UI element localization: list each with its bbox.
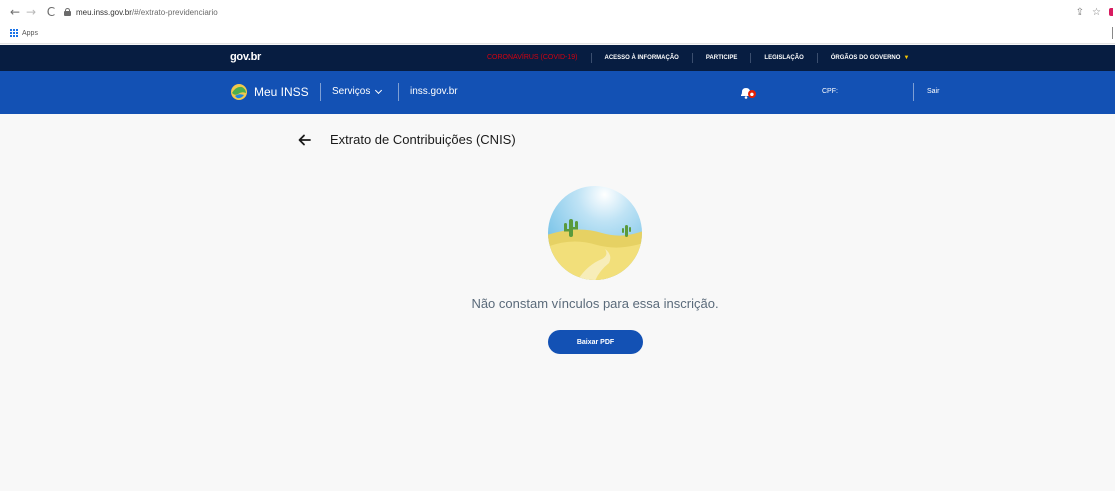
svg-text:●: ● (750, 93, 754, 98)
chevron-down-icon (375, 86, 383, 94)
header-divider (913, 83, 914, 101)
browser-reload-icon[interactable]: C (44, 5, 58, 19)
gov-links: CORONAVÍRUS (COVID-19) ACESSO À INFORMAÇ… (487, 45, 922, 71)
apps-bookmark[interactable]: Apps (10, 29, 38, 37)
bookmark-star-icon[interactable]: ☆ (1092, 7, 1101, 18)
meu-inss-brand[interactable]: Meu INSS (254, 85, 309, 99)
gov-link-orgaos-governo[interactable]: ÓRGÃOS DO GOVERNO ▼ (816, 53, 923, 63)
url-text[interactable]: meu.inss.gov.br/#/extrato-previdenciario (76, 8, 218, 17)
main-content: Extrato de Contribuições (CNIS) Não cons… (0, 114, 1115, 491)
share-icon[interactable]: ⇪ (1076, 7, 1084, 18)
header-divider (320, 83, 321, 101)
notification-bell-icon[interactable]: ● (738, 85, 758, 99)
scrollbar-indicator (1112, 27, 1113, 39)
browser-back-icon[interactable]: ← (8, 5, 22, 19)
inss-site-link[interactable]: inss.gov.br (410, 86, 458, 97)
lock-icon (64, 8, 71, 16)
back-arrow-icon[interactable] (297, 132, 313, 148)
apps-label: Apps (22, 29, 38, 37)
address-bar[interactable]: meu.inss.gov.br/#/extrato-previdenciario (64, 4, 218, 20)
gov-link-acesso-informacao[interactable]: ACESSO À INFORMAÇÃO (590, 53, 692, 63)
apps-grid-icon (10, 29, 18, 37)
browser-forward-icon[interactable]: → (24, 5, 38, 19)
cpf-label: CPF: (822, 88, 838, 95)
browser-toolbar: ← → C meu.inss.gov.br/#/extrato-previden… (0, 0, 1115, 24)
gov-link-participe[interactable]: PARTICIPE (691, 53, 751, 63)
servicos-menu[interactable]: Serviços (332, 86, 383, 97)
chevron-down-icon: ▼ (903, 55, 910, 61)
logout-link[interactable]: Sair (927, 88, 939, 95)
extension-icon[interactable] (1109, 8, 1113, 16)
gov-br-bar: gov.br CORONAVÍRUS (COVID-19) ACESSO À I… (0, 45, 1115, 71)
download-pdf-button[interactable]: Baixar PDF (548, 330, 643, 354)
bookmarks-bar: Apps (0, 24, 1115, 44)
gov-br-logo[interactable]: gov.br (230, 51, 261, 63)
page-title: Extrato de Contribuições (CNIS) (330, 132, 516, 147)
empty-state-message: Não constam vínculos para essa inscrição… (471, 296, 719, 311)
inss-header: Meu INSS Serviços inss.gov.br ● CPF: Sai… (0, 71, 1115, 114)
meu-inss-logo-icon[interactable] (230, 83, 248, 101)
gov-link-legislacao[interactable]: LEGISLAÇÃO (750, 53, 816, 63)
gov-link-covid[interactable]: CORONAVÍRUS (COVID-19) (487, 53, 591, 63)
header-divider (398, 83, 399, 101)
desert-illustration-icon (548, 186, 642, 280)
